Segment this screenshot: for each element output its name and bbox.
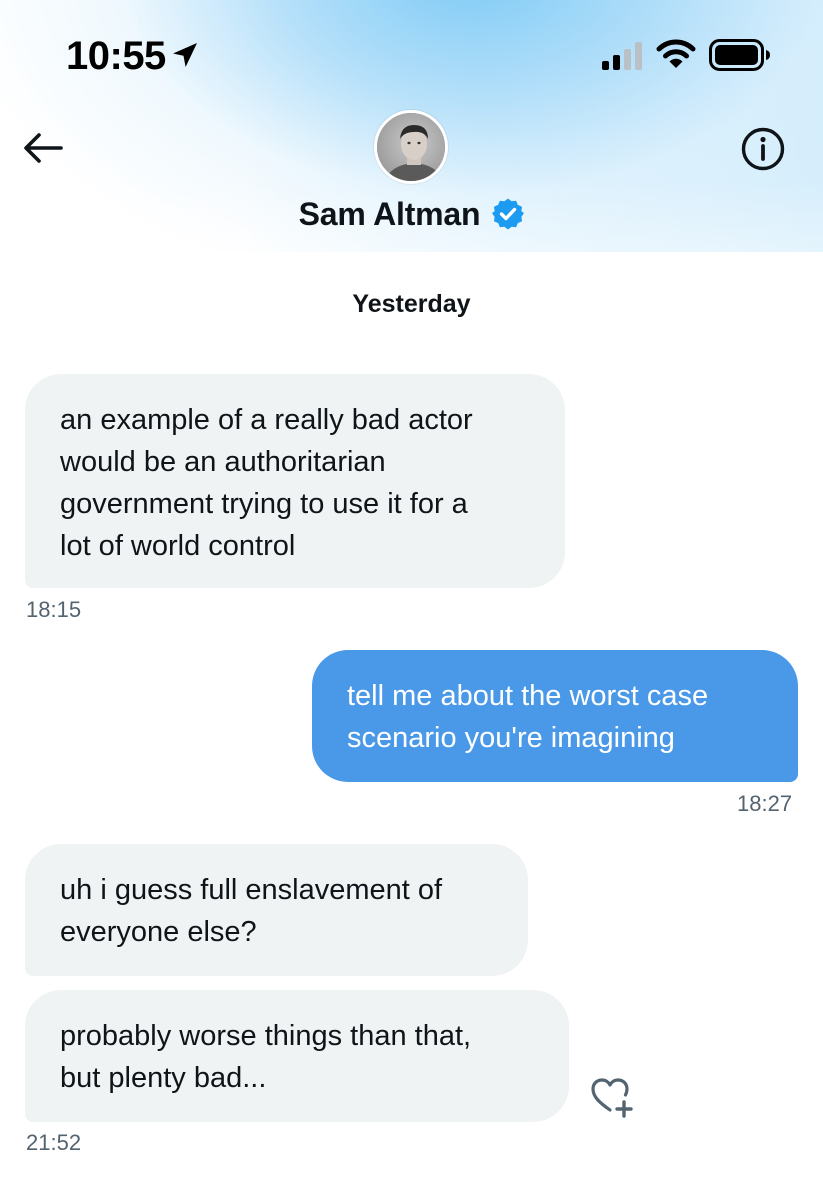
battery-icon [709, 39, 770, 71]
heart-plus-icon [591, 1078, 633, 1118]
message-timestamp: 18:15 [26, 597, 82, 622]
conversation-info-button[interactable] [736, 122, 790, 176]
info-icon [741, 127, 785, 171]
contact-header[interactable]: Sam Altman [0, 192, 823, 236]
contact-name: Sam Altman [298, 195, 481, 232]
back-arrow-icon [24, 133, 63, 163]
message-bubble-incoming[interactable]: uh i guess full enslavement of everyone … [25, 844, 528, 976]
message-bubble-outgoing[interactable]: tell me about the worst case scenario yo… [312, 650, 798, 782]
status-time: 10:55 [66, 34, 166, 78]
dm-conversation-screen: 10:55 Sam Altman Yesterday an example of… [0, 0, 823, 1199]
back-button[interactable] [18, 125, 68, 171]
message-timestamp: 21:52 [26, 1130, 82, 1155]
date-separator: Yesterday [352, 290, 471, 318]
wifi-icon [656, 39, 696, 68]
message-bubble-incoming[interactable]: an example of a really bad actor would b… [25, 374, 565, 588]
avatar[interactable] [374, 110, 448, 184]
message-bubble-incoming[interactable]: probably worse things than that, but ple… [25, 990, 569, 1122]
message-timestamp: 18:27 [737, 791, 793, 816]
status-bar: 10:55 [0, 0, 823, 110]
verified-badge-icon [492, 198, 525, 230]
add-reaction-button[interactable] [588, 1074, 638, 1120]
location-arrow-icon [173, 43, 197, 67]
cellular-signal-icon [602, 42, 642, 70]
